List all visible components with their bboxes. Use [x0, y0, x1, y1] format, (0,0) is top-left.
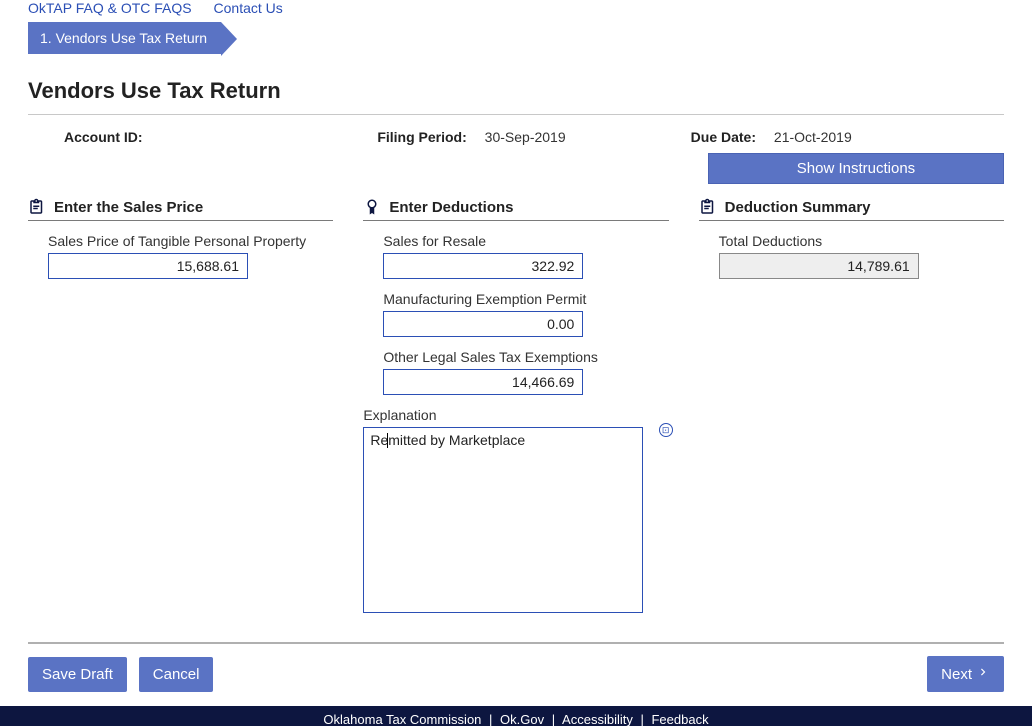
deductions-header: $ Enter Deductions: [363, 198, 668, 221]
chevron-right-icon: [976, 665, 990, 683]
show-instructions-button[interactable]: Show Instructions: [708, 153, 1004, 184]
other-input[interactable]: [383, 369, 583, 395]
sales-price-field-label: Sales Price of Tangible Personal Propert…: [48, 233, 333, 249]
account-id-label: Account ID:: [64, 129, 143, 145]
save-draft-button[interactable]: Save Draft: [28, 657, 127, 692]
summary-section: Deduction Summary Total Deductions: [699, 198, 1004, 287]
summary-header: Deduction Summary: [699, 198, 1004, 221]
faq-link[interactable]: OkTAP FAQ & OTC FAQS: [28, 0, 192, 16]
ribbon-icon: $: [363, 198, 381, 216]
summary-title: Deduction Summary: [725, 199, 871, 216]
meta-row: Account ID: Filing Period: 30-Sep-2019 D…: [0, 115, 1032, 153]
footer-link-otc[interactable]: Oklahoma Tax Commission: [323, 712, 481, 726]
due-date-value: 21-Oct-2019: [774, 129, 852, 145]
cancel-button[interactable]: Cancel: [139, 657, 214, 692]
sales-price-header: Enter the Sales Price: [28, 198, 333, 221]
next-label: Next: [941, 666, 972, 683]
top-links: OkTAP FAQ & OTC FAQS Contact Us: [0, 0, 1032, 16]
mfg-input[interactable]: [383, 311, 583, 337]
filing-period-label: Filing Period:: [377, 129, 466, 145]
explanation-textarea[interactable]: [363, 427, 643, 613]
footer-sep: |: [489, 712, 492, 726]
clipboard-summary-icon: [699, 198, 717, 216]
explanation-wrap: ⊡: [363, 427, 668, 616]
sales-price-section: Enter the Sales Price Sales Price of Tan…: [28, 198, 333, 287]
resale-input[interactable]: [383, 253, 583, 279]
deductions-title: Enter Deductions: [389, 199, 513, 216]
contact-link[interactable]: Contact Us: [214, 0, 283, 16]
footer-sep: |: [640, 712, 643, 726]
footer-link-okgov[interactable]: Ok.Gov: [500, 712, 544, 726]
next-button[interactable]: Next: [927, 656, 1004, 692]
main-columns: Enter the Sales Price Sales Price of Tan…: [0, 198, 1032, 624]
other-label: Other Legal Sales Tax Exemptions: [383, 349, 668, 365]
action-row: Save Draft Cancel Next: [0, 644, 1032, 706]
resale-label: Sales for Resale: [383, 233, 668, 249]
svg-text:$: $: [371, 202, 374, 207]
breadcrumb-step-1[interactable]: 1. Vendors Use Tax Return: [28, 22, 221, 54]
instructions-row: Show Instructions: [0, 153, 1032, 198]
due-date-label: Due Date:: [691, 129, 756, 145]
total-deductions-output: [719, 253, 919, 279]
footer-link-feedback[interactable]: Feedback: [651, 712, 708, 726]
deductions-section: $ Enter Deductions Sales for Resale Manu…: [363, 198, 668, 624]
filing-period-value: 30-Sep-2019: [485, 129, 566, 145]
footer-sep: |: [552, 712, 555, 726]
clear-icon[interactable]: ⊡: [659, 423, 673, 437]
sales-price-title: Enter the Sales Price: [54, 199, 203, 216]
footer-link-accessibility[interactable]: Accessibility: [562, 712, 633, 726]
explain-label: Explanation: [363, 407, 668, 423]
clipboard-icon: [28, 198, 46, 216]
page-title: Vendors Use Tax Return: [0, 54, 1032, 114]
footer: Oklahoma Tax Commission | Ok.Gov | Acces…: [0, 706, 1032, 726]
sales-price-input[interactable]: [48, 253, 248, 279]
total-deductions-label: Total Deductions: [719, 233, 1004, 249]
breadcrumb: 1. Vendors Use Tax Return: [0, 16, 1032, 54]
mfg-label: Manufacturing Exemption Permit: [383, 291, 668, 307]
